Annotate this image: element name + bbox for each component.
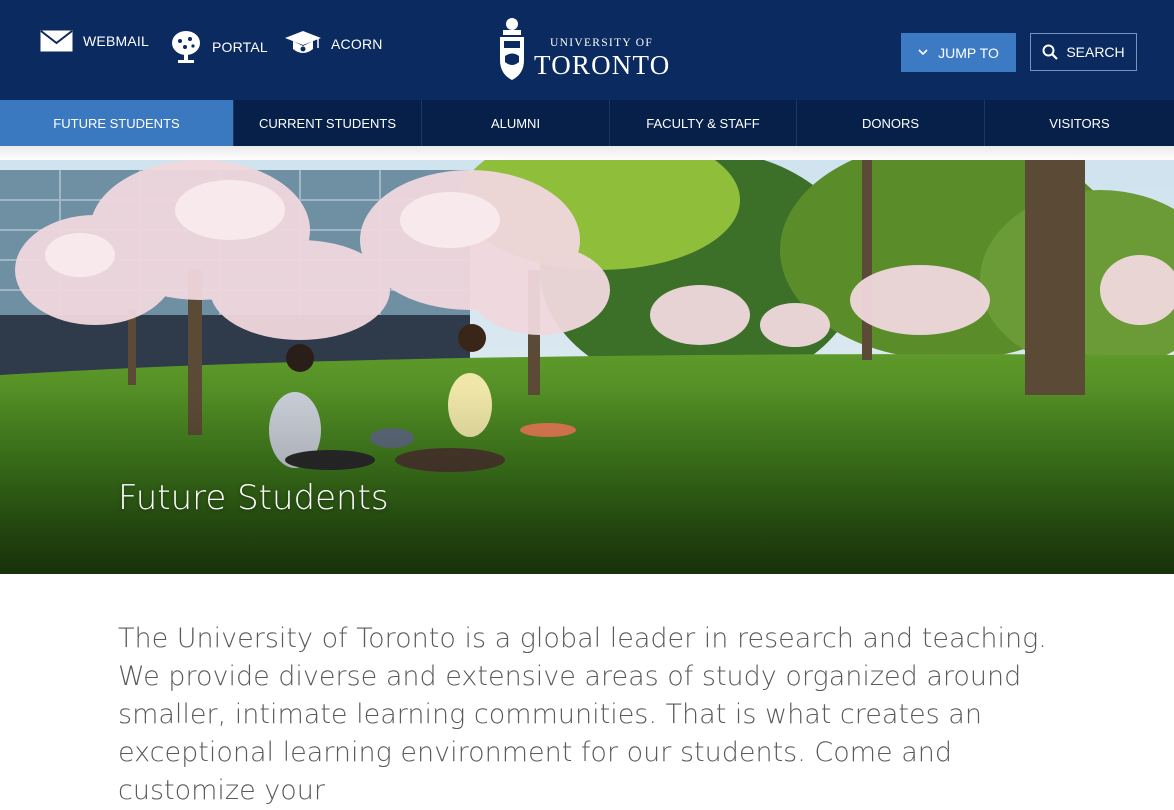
university-logo[interactable]: UNIVERSITY OF TORONTO — [497, 16, 682, 84]
main-nav: FUTURE STUDENTS CURRENT STUDENTS ALUMNI … — [0, 100, 1174, 146]
nav-item-donors[interactable]: DONORS — [797, 100, 985, 146]
nav-item-current-students[interactable]: CURRENT STUDENTS — [234, 100, 422, 146]
site-header: WEBMAIL PORTAL ACORN UNIVERSITY OF TORON… — [0, 0, 1174, 100]
hero-banner: Future Students — [0, 160, 1174, 574]
chevron-down-icon — [918, 49, 928, 56]
nav-item-alumni[interactable]: ALUMNI — [422, 100, 610, 146]
portal-link[interactable]: PORTAL — [170, 30, 268, 64]
logo-line1: UNIVERSITY OF — [550, 37, 654, 49]
webmail-label: WEBMAIL — [83, 33, 149, 49]
tree-icon — [172, 31, 200, 63]
search-label: SEARCH — [1066, 44, 1125, 60]
portal-label: PORTAL — [212, 39, 268, 55]
envelope-icon — [40, 30, 73, 52]
intro-paragraph: The University of Toronto is a global le… — [118, 623, 1047, 806]
nav-item-faculty-staff[interactable]: FACULTY & STAFF — [610, 100, 797, 146]
nav-shadow — [0, 146, 1174, 160]
search-button[interactable]: SEARCH — [1030, 33, 1137, 71]
search-icon — [1042, 44, 1059, 60]
jump-to-label: JUMP TO — [938, 44, 999, 61]
hero-title: Future Students — [118, 478, 389, 518]
acorn-label: ACORN — [331, 36, 383, 52]
graduation-cap-icon — [285, 31, 321, 53]
jump-to-button[interactable]: JUMP TO — [901, 33, 1016, 72]
nav-item-future-students[interactable]: FUTURE STUDENTS — [0, 100, 234, 146]
logo-line2: TORONTO — [534, 50, 671, 80]
crest-icon — [500, 18, 524, 80]
webmail-link[interactable]: WEBMAIL — [40, 30, 149, 52]
nav-item-visitors[interactable]: VISITORS — [985, 100, 1174, 146]
acorn-link[interactable]: ACORN — [285, 30, 383, 58]
